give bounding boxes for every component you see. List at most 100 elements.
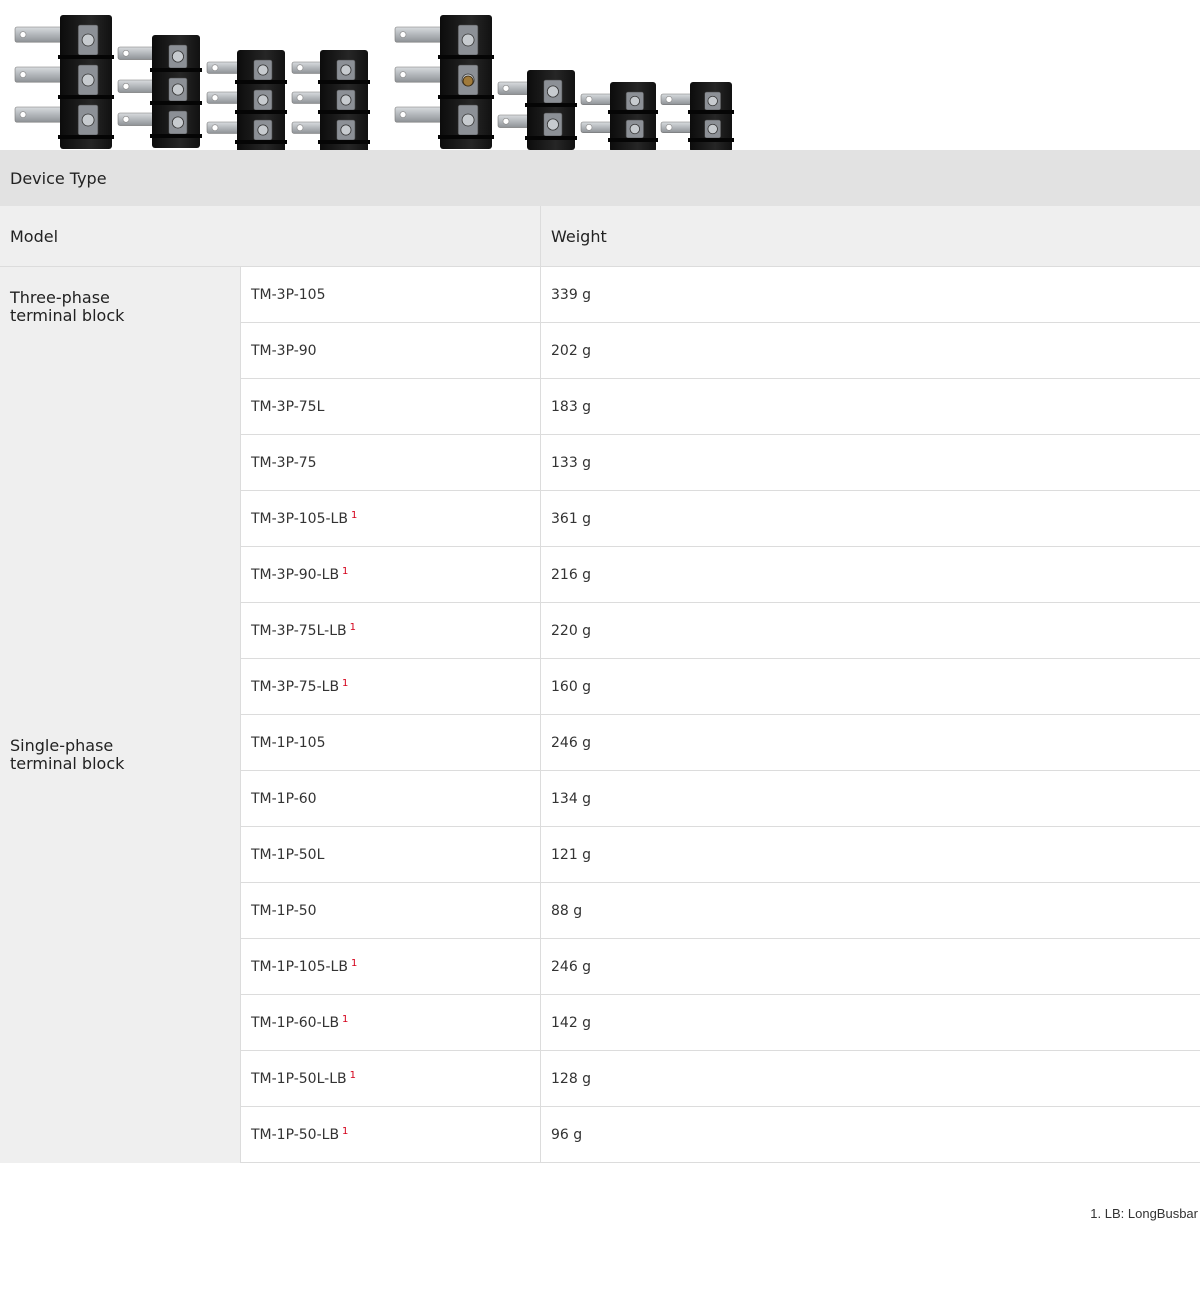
table-row: TM-3P-75L 183 g	[240, 379, 1200, 435]
housing-divider-shape	[318, 110, 370, 114]
housing-divider-shape	[150, 101, 202, 105]
footnote-marker: 1	[342, 566, 349, 577]
busbar-hole-shape	[399, 111, 407, 118]
weight-cell: 246 g	[540, 939, 1200, 994]
busbar-hole-shape	[502, 117, 510, 125]
weight-cell: 339 g	[540, 267, 1200, 322]
table-row: TM-3P-105 339 g	[240, 267, 1200, 323]
busbar-hole-shape	[211, 64, 219, 71]
weight-cell: 216 g	[540, 547, 1200, 602]
terminal-screw-shape	[546, 118, 559, 131]
housing-divider-shape	[688, 138, 734, 142]
housing-divider-shape	[150, 68, 202, 72]
busbar-hole-shape	[585, 96, 593, 103]
housing-divider-shape	[608, 110, 658, 114]
housing-divider-shape	[438, 55, 494, 59]
model-name: TM-1P-105	[251, 734, 326, 751]
weight-column-header: Weight	[540, 206, 1200, 266]
device-type-name-line1: Three-phase	[10, 288, 110, 307]
terminal-screw-shape	[171, 83, 184, 96]
model-name: TM-1P-50L-LB	[251, 1070, 347, 1087]
device-group: Single-phase terminal block TM-1P-105 246 g…	[0, 715, 1200, 1163]
busbar-hole-shape	[19, 111, 27, 118]
housing-divider-shape	[438, 95, 494, 99]
device-type-name-line2: terminal block	[10, 754, 125, 773]
model-cell: TM-3P-75L	[240, 379, 540, 434]
housing-divider-shape	[235, 80, 287, 84]
device-type-name-line2: terminal block	[10, 306, 125, 325]
weight-cell: 96 g	[540, 1107, 1200, 1162]
terminal-screw-shape	[340, 124, 352, 136]
terminal-screw-shape	[81, 73, 95, 87]
model-name: TM-3P-105-LB	[251, 510, 348, 527]
weight-cell: 134 g	[540, 771, 1200, 826]
housing-divider-shape	[58, 135, 114, 139]
model-cell: TM-3P-105-LB 1	[240, 491, 540, 546]
model-cell: TM-1P-50-LB 1	[240, 1107, 540, 1162]
table-row: TM-1P-60 134 g	[240, 771, 1200, 827]
model-name: TM-3P-90	[251, 342, 317, 359]
weight-cell: 160 g	[540, 659, 1200, 714]
weight-cell: 361 g	[540, 491, 1200, 546]
model-name: TM-1P-60	[251, 790, 317, 807]
device-type-label: Device Type	[10, 168, 107, 188]
weight-cell: 142 g	[540, 995, 1200, 1050]
footnote-marker: 1	[350, 958, 358, 969]
model-cell: TM-3P-90	[240, 323, 540, 378]
model-cell: TM-3P-90-LB 1	[240, 547, 540, 602]
footnote-marker: 1	[349, 1070, 356, 1081]
housing-divider-shape	[608, 138, 658, 142]
brass-insert-shape	[462, 75, 474, 87]
housing-divider-shape	[58, 55, 114, 59]
table-row: TM-3P-90 202 g	[240, 323, 1200, 379]
terminal-screw-shape	[629, 95, 641, 107]
busbar-hole-shape	[296, 94, 304, 101]
housing-divider-shape	[235, 140, 287, 144]
table-row: TM-1P-105-LB 1 246 g	[240, 939, 1200, 995]
housing-divider-shape	[318, 80, 370, 84]
device-type-cell: Three-phase terminal block	[0, 267, 240, 715]
busbar-hole-shape	[19, 71, 27, 78]
model-cell: TM-3P-75-LB 1	[240, 659, 540, 714]
model-column-header: Model	[10, 226, 59, 246]
model-cell: TM-1P-50L	[240, 827, 540, 882]
model-cell: TM-1P-105-LB 1	[240, 939, 540, 994]
table-row: TM-1P-50-LB 1 96 g	[240, 1107, 1200, 1163]
device-group: Three-phase terminal block TM-3P-105 339 gT…	[0, 267, 1200, 715]
table-row: TM-3P-90-LB 1 216 g	[240, 547, 1200, 603]
terminal-screw-shape	[461, 113, 475, 127]
housing-divider-shape	[525, 103, 577, 107]
model-name: TM-1P-50	[251, 902, 317, 919]
table-row: TM-3P-75L-LB 1 220 g	[240, 603, 1200, 659]
housing-divider-shape	[58, 95, 114, 99]
model-name: TM-3P-90-LB	[251, 566, 340, 583]
model-name: TM-1P-60-LB	[251, 1014, 340, 1031]
terminal-screw-shape	[81, 33, 95, 47]
model-cell: TM-1P-50L-LB 1	[240, 1051, 540, 1106]
terminal-screw-shape	[81, 113, 95, 127]
housing-divider-shape	[235, 110, 287, 114]
weight-cell: 88 g	[540, 883, 1200, 938]
busbar-hole-shape	[399, 71, 407, 78]
busbar-hole-shape	[122, 115, 130, 123]
busbar-hole-shape	[122, 49, 130, 57]
weight-cell: 202 g	[540, 323, 1200, 378]
busbar-hole-shape	[122, 82, 130, 90]
model-name: TM-3P-75-LB	[251, 678, 340, 695]
model-name: TM-3P-75L-LB	[251, 622, 347, 639]
terminal-screw-shape	[257, 124, 269, 136]
housing-divider-shape	[688, 110, 734, 114]
model-name: TM-1P-50L	[251, 846, 325, 863]
terminal-screw-shape	[629, 123, 641, 135]
busbar-hole-shape	[19, 31, 27, 38]
housing-divider-shape	[438, 135, 494, 139]
terminal-screw-shape	[340, 64, 352, 76]
device-type-name-line1: Single-phase	[10, 736, 114, 755]
model-name: TM-3P-105	[251, 286, 326, 303]
footnote-marker: 1	[342, 1014, 349, 1025]
table-row: TM-3P-75-LB 1 160 g	[240, 659, 1200, 715]
weight-cell: 133 g	[540, 435, 1200, 490]
model-name: TM-1P-105-LB	[251, 958, 348, 975]
terminal-screw-shape	[171, 50, 184, 63]
busbar-hole-shape	[585, 124, 593, 131]
